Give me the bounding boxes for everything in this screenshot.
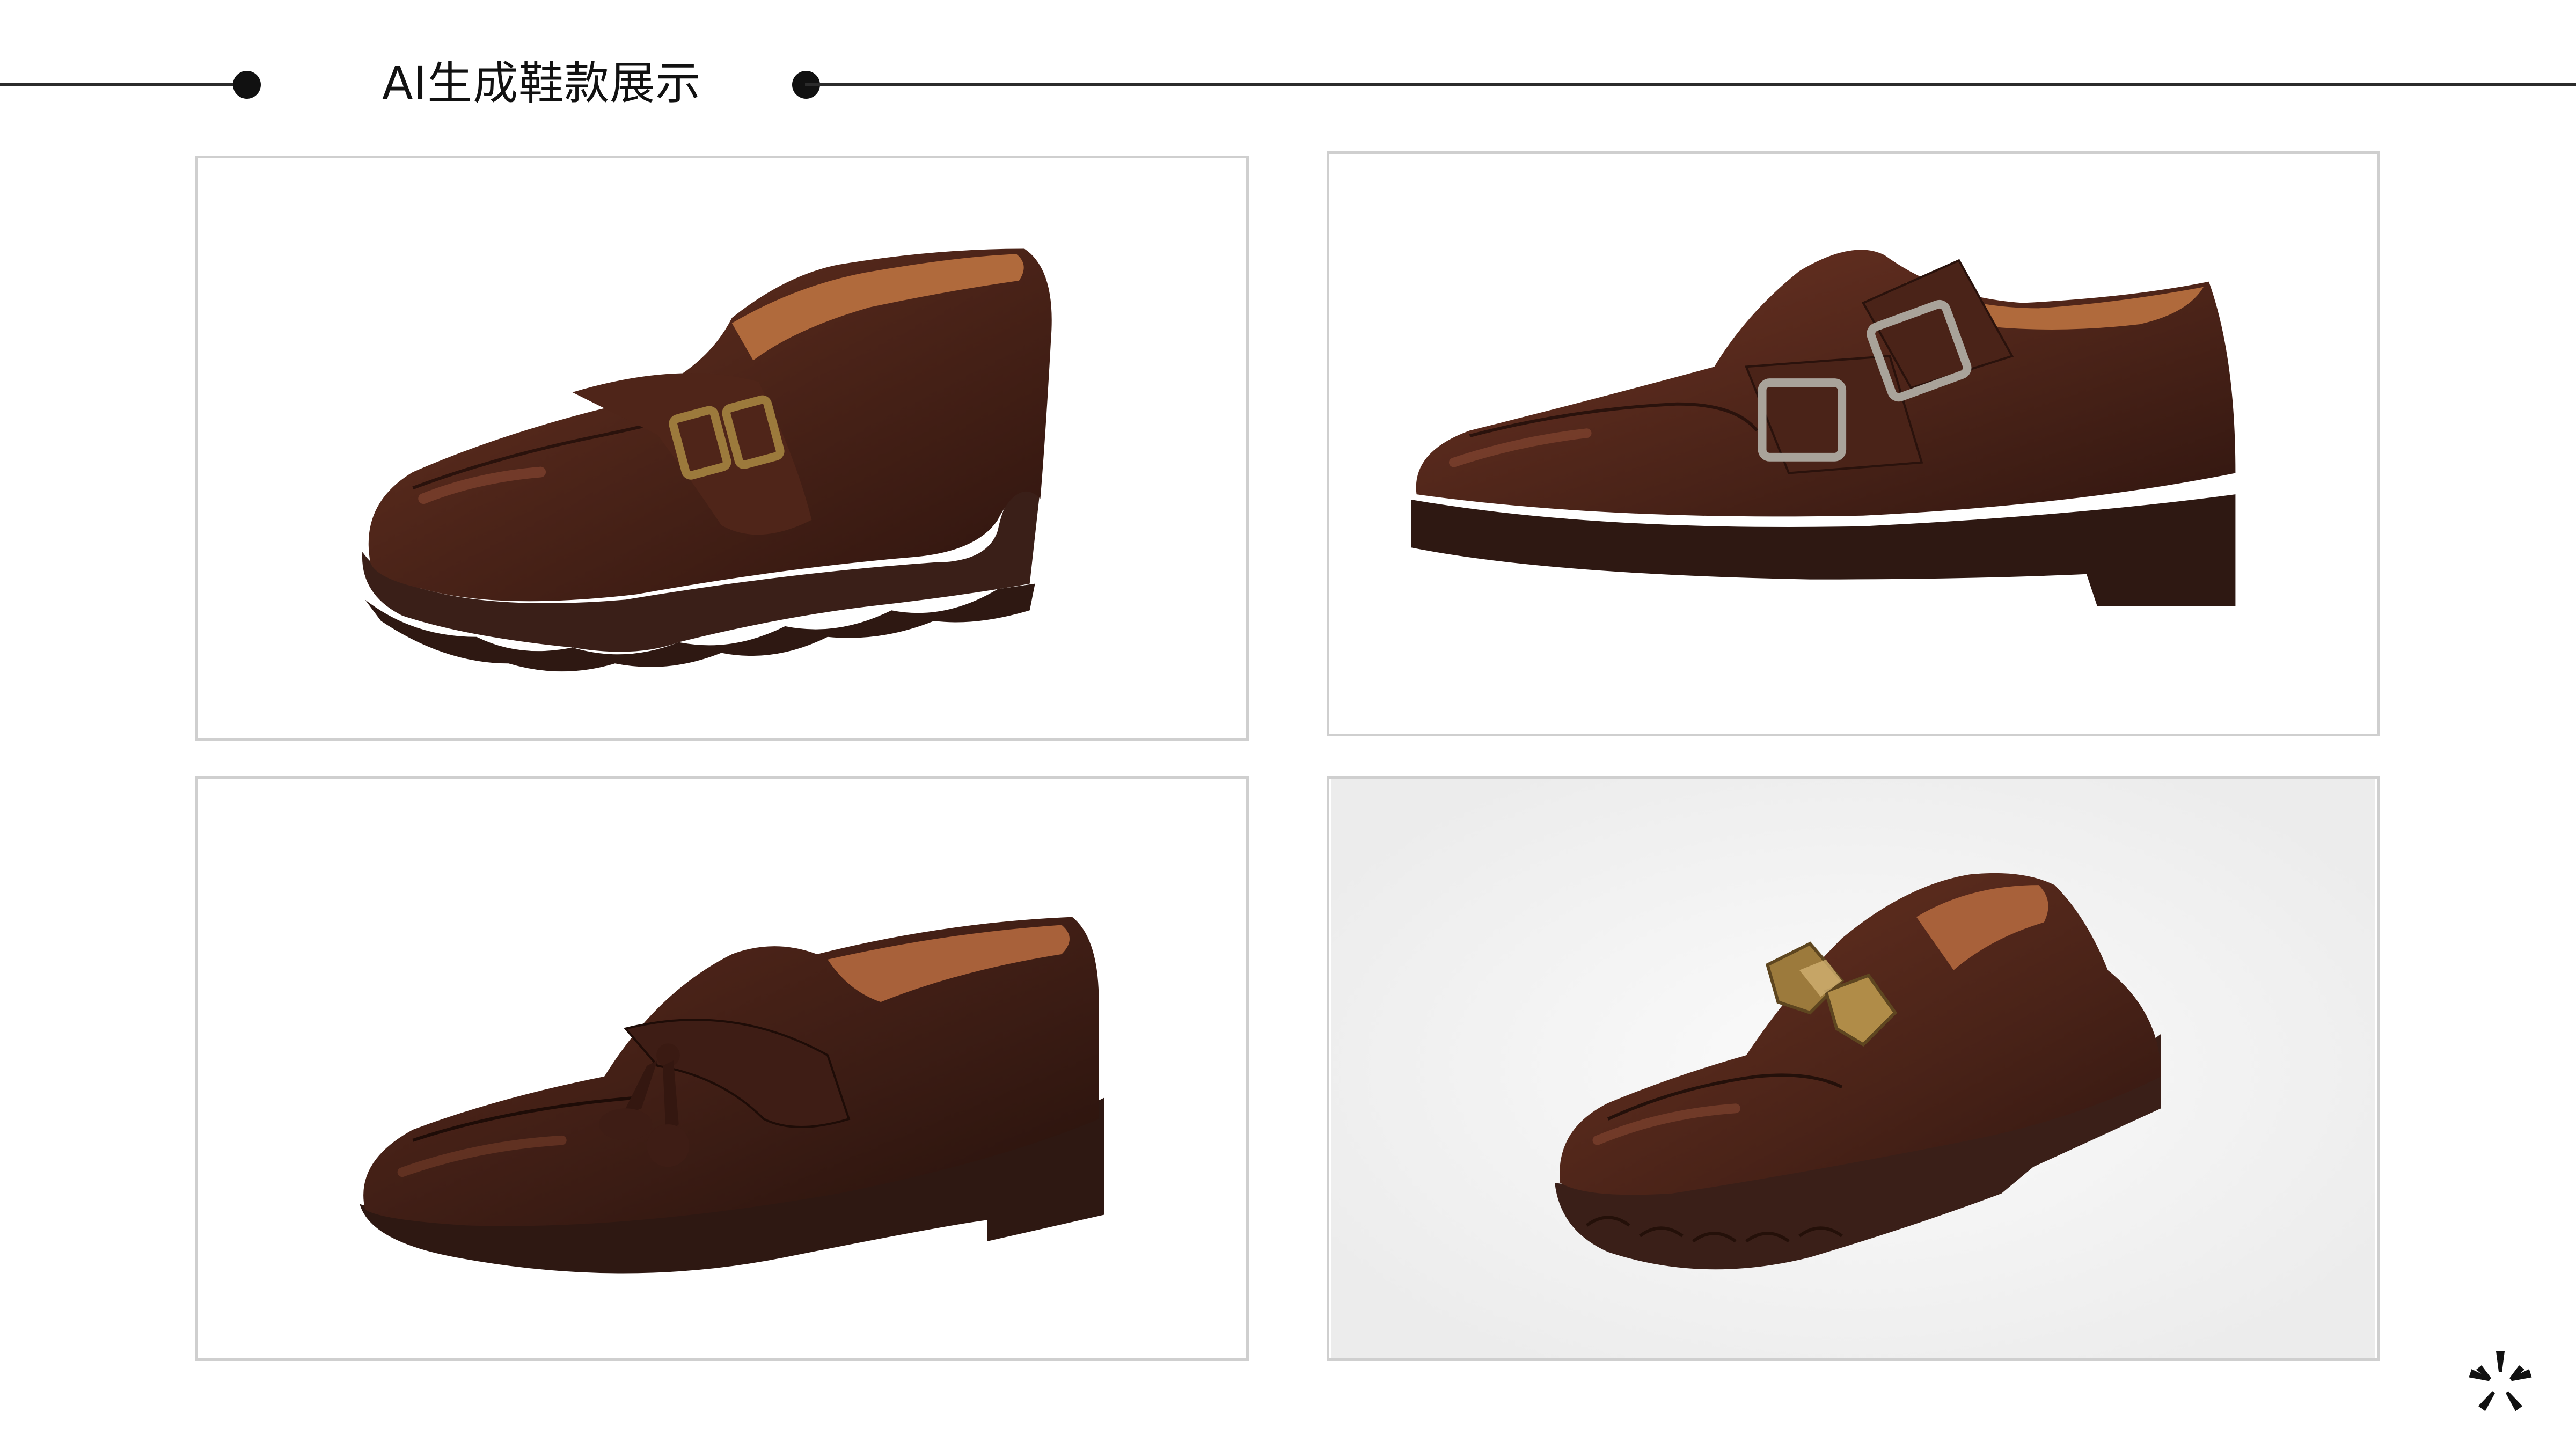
header-rule-left	[0, 83, 247, 86]
header-dot-left	[233, 71, 261, 99]
shoe-image-buckle-loafer	[195, 156, 1249, 741]
shoe-image-ornament-lug-loafer	[1327, 776, 2380, 1361]
buckle-loafer-shoe-icon	[362, 248, 1052, 672]
header-rule-right	[805, 83, 2576, 86]
slide: AI生成鞋款展示	[0, 0, 2576, 1449]
slide-title: AI生成鞋款展示	[382, 57, 701, 109]
shoe-image-tassel-loafer	[195, 776, 1249, 1361]
double-monk-strap-shoe-icon	[1411, 250, 2236, 612]
shoe-image-double-monk-strap	[1327, 151, 2380, 736]
tassel-loafer-shoe-icon	[360, 917, 1104, 1274]
sparkle-logo-icon	[2469, 1351, 2532, 1411]
ornament-lug-loafer-shoe-icon	[1331, 779, 2375, 1358]
